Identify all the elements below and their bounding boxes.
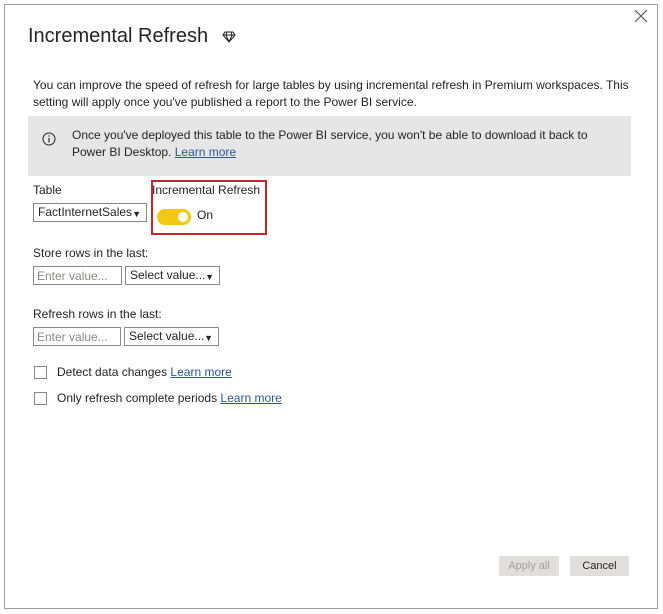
incremental-refresh-dialog: Incremental Refresh You can improve the … [4,4,658,609]
apply-all-button[interactable]: Apply all [499,556,559,576]
store-period-select[interactable]: Select value... ▼ [125,266,220,285]
detect-data-changes-row: Detect data changes Learn more [57,365,232,379]
refresh-period-select[interactable]: Select value... ▼ [124,327,219,346]
table-select-value: FactInternetSales [38,205,133,219]
detect-learn-more-link[interactable]: Learn more [170,365,231,379]
complete-periods-label: Only refresh complete periods [57,391,218,405]
chevron-down-icon: ▼ [204,333,213,343]
incremental-refresh-label: Incremental Refresh [152,183,261,197]
title-row: Incremental Refresh [28,25,236,48]
chevron-down-icon: ▼ [205,272,214,282]
complete-periods-checkbox[interactable] [34,392,47,405]
store-rows-label: Store rows in the last: [33,246,149,260]
toggle-state-label: On [197,208,214,222]
diamond-icon [222,31,236,42]
info-icon [42,132,56,146]
store-period-value: Select value... [130,268,206,282]
incremental-refresh-toggle[interactable] [157,209,191,225]
store-value-input[interactable] [33,266,122,285]
info-message: Once you've deployed this table to the P… [72,128,588,159]
cancel-button[interactable]: Cancel [570,556,629,576]
description-text: You can improve the speed of refresh for… [33,78,629,109]
detect-data-changes-checkbox[interactable] [34,366,47,379]
info-banner: Once you've deployed this table to the P… [28,116,631,176]
table-select[interactable]: FactInternetSales ▼ [33,203,147,222]
refresh-value-input[interactable] [33,327,121,346]
info-learn-more-link[interactable]: Learn more [175,145,236,159]
refresh-rows-label: Refresh rows in the last: [33,307,162,321]
close-icon[interactable] [633,8,649,24]
detect-data-changes-label: Detect data changes [57,365,168,379]
dialog-title: Incremental Refresh [28,25,209,47]
chevron-down-icon: ▼ [132,209,141,219]
table-label: Table [33,183,62,197]
toggle-knob [178,212,188,222]
complete-learn-more-link[interactable]: Learn more [220,391,281,405]
complete-periods-row: Only refresh complete periods Learn more [57,391,282,405]
refresh-period-value: Select value... [129,329,205,343]
info-text: Once you've deployed this table to the P… [72,127,620,161]
